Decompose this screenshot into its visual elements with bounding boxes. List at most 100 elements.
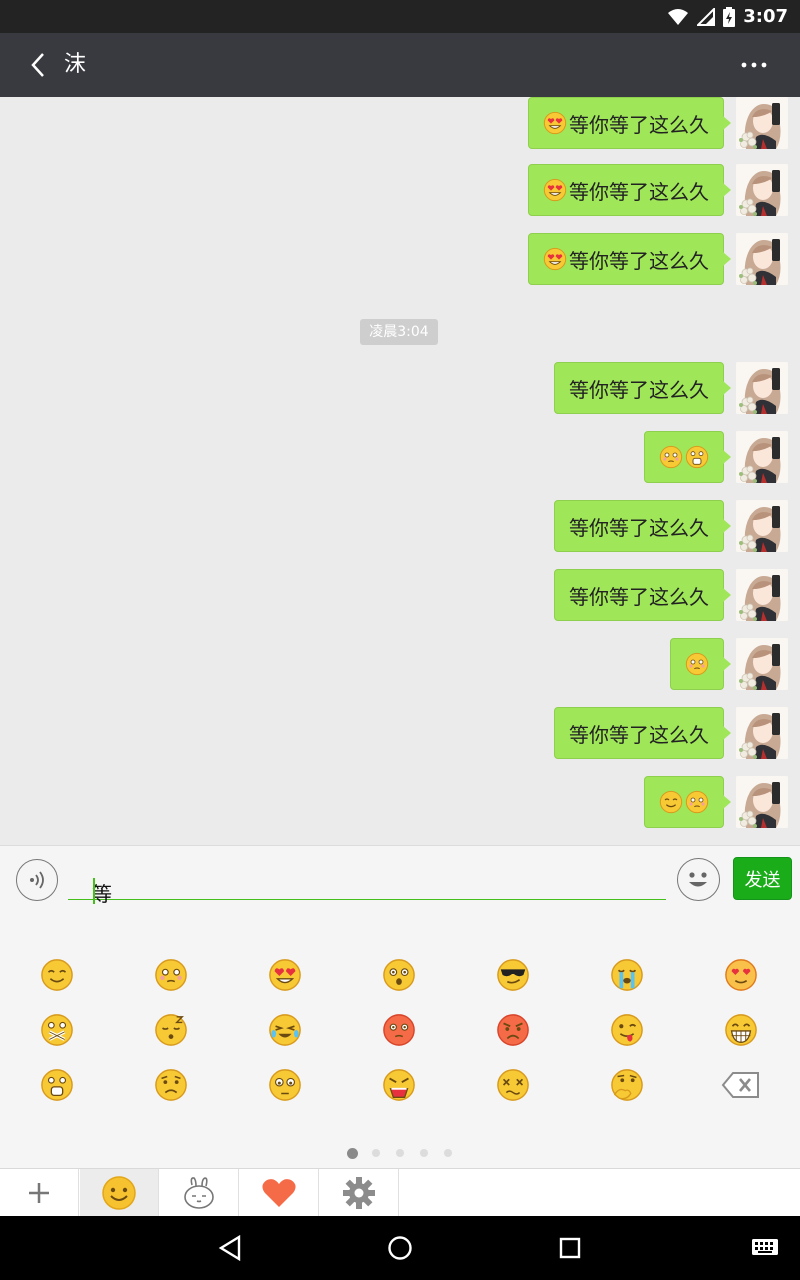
page-dot[interactable] <box>420 1149 428 1157</box>
message-row: 等你等了这么久 <box>554 500 788 552</box>
dizzy-icon <box>496 1068 530 1102</box>
status-icons: 3:07 <box>667 0 788 33</box>
message-bubble[interactable] <box>670 638 731 690</box>
tab-add[interactable] <box>0 1169 79 1217</box>
message-bubble[interactable] <box>644 776 731 828</box>
emoji-smile[interactable] <box>27 950 87 1000</box>
message-row <box>644 776 788 828</box>
message-row: 等你等了这么久 <box>528 164 788 216</box>
emoji-shocked[interactable] <box>369 950 429 1000</box>
smiley-icon <box>689 872 707 887</box>
message-row: 等你等了这么久 <box>528 97 788 149</box>
page-dot[interactable] <box>346 1147 358 1159</box>
title-bar: 沫 <box>0 33 800 97</box>
emoji-bashful[interactable] <box>141 950 201 1000</box>
avatar[interactable] <box>736 97 788 149</box>
angry-icon <box>496 1013 530 1047</box>
backspace-button[interactable] <box>711 1060 771 1110</box>
wifi-icon <box>668 8 689 25</box>
nav-recents-button[interactable] <box>550 1228 590 1268</box>
emoji-sad[interactable] <box>141 1060 201 1110</box>
emoji-sleepy[interactable] <box>141 1005 201 1055</box>
send-button[interactable]: 发送 <box>733 857 792 900</box>
avatar[interactable] <box>736 776 788 828</box>
avatar[interactable] <box>736 233 788 285</box>
keyboard-switch-button[interactable] <box>745 1228 785 1268</box>
avatar[interactable] <box>736 164 788 216</box>
avatar[interactable] <box>736 707 788 759</box>
page-dot[interactable] <box>372 1149 380 1157</box>
emoji-toggle-button[interactable] <box>677 858 720 901</box>
nav-home-icon <box>388 1236 412 1260</box>
page-dot[interactable] <box>444 1149 452 1157</box>
shocked-icon <box>382 958 416 992</box>
text-caret <box>93 878 95 904</box>
avatar[interactable] <box>736 431 788 483</box>
status-time: 3:07 <box>743 6 788 27</box>
input-bar: 等你等了这么久 发送 <box>0 845 800 1080</box>
emoji-tongue[interactable] <box>597 1005 657 1055</box>
emoji-love-eyes[interactable] <box>711 950 771 1000</box>
emoji-surprised[interactable] <box>27 1060 87 1110</box>
message-bubble[interactable]: 等你等了这么久 <box>554 362 731 414</box>
chat-title: 沫 <box>64 52 87 77</box>
emoji-awkward[interactable] <box>255 1060 315 1110</box>
message-bubble[interactable]: 等你等了这么久 <box>528 233 731 285</box>
voice-input-button[interactable] <box>16 859 58 901</box>
avatar[interactable] <box>736 362 788 414</box>
message-row <box>644 431 788 483</box>
message-text: 等你等了这么久 <box>569 584 709 609</box>
nav-back-button[interactable] <box>210 1228 250 1268</box>
emoji-tears-laugh[interactable] <box>255 1005 315 1055</box>
thinking-icon <box>610 1068 644 1102</box>
emoji-furious[interactable] <box>369 1060 429 1110</box>
emoji-cool[interactable] <box>483 950 543 1000</box>
heart-icon <box>262 1179 296 1207</box>
page-dot[interactable] <box>396 1149 404 1157</box>
grin-icon <box>724 1013 758 1047</box>
battery-charging-icon <box>723 6 736 27</box>
nav-recents-icon <box>559 1237 581 1259</box>
message-input[interactable]: 等你等了这么久 <box>68 854 666 1080</box>
message-bubble[interactable]: 等你等了这么久 <box>528 164 731 216</box>
tab-bunny-sticker[interactable] <box>160 1169 239 1217</box>
bashful-icon <box>685 652 709 676</box>
nav-back-icon <box>218 1235 241 1261</box>
bunny-sticker-icon <box>184 1177 214 1209</box>
message-bubble[interactable]: 等你等了这么久 <box>528 97 731 149</box>
message-row: 等你等了这么久 <box>554 707 788 759</box>
heart-eyes-icon <box>543 178 567 202</box>
message-bubble[interactable]: 等你等了这么久 <box>554 707 731 759</box>
avatar[interactable] <box>736 638 788 690</box>
message-row <box>670 638 788 690</box>
emoji-angry[interactable] <box>483 1005 543 1055</box>
emoji-heart-eyes[interactable] <box>255 950 315 1000</box>
tab-favorites[interactable] <box>240 1169 319 1217</box>
emoji-shut-mouth[interactable] <box>27 1005 87 1055</box>
more-options-button[interactable] <box>736 47 772 83</box>
message-text: 等你等了这么久 <box>569 515 709 540</box>
emoji-crying[interactable] <box>597 950 657 1000</box>
tab-emoji[interactable] <box>80 1169 159 1217</box>
love-eyes-icon <box>724 958 758 992</box>
add-icon <box>29 1183 49 1203</box>
avatar[interactable] <box>736 569 788 621</box>
emoji-embarrassed[interactable] <box>369 1005 429 1055</box>
message-row: 等你等了这么久 <box>554 362 788 414</box>
heart-eyes-icon <box>543 111 567 135</box>
avatar[interactable] <box>736 500 788 552</box>
chat-area[interactable]: 凌晨3:04 等你等了这么久 等你等了这么久 等你等了这么久 等你等了这么久 等… <box>0 97 800 845</box>
message-bubble[interactable]: 等你等了这么久 <box>554 569 731 621</box>
message-bubble[interactable]: 等你等了这么久 <box>554 500 731 552</box>
back-button[interactable] <box>20 47 56 83</box>
nav-home-button[interactable] <box>380 1228 420 1268</box>
message-text: 等你等了这么久 <box>569 377 709 402</box>
system-nav-bar <box>0 1216 800 1280</box>
tab-settings[interactable] <box>320 1169 399 1217</box>
tongue-icon <box>610 1013 644 1047</box>
emoji-dizzy[interactable] <box>483 1060 543 1110</box>
emoji-grin[interactable] <box>711 1005 771 1055</box>
message-bubble[interactable] <box>644 431 731 483</box>
embarrassed-icon <box>382 1013 416 1047</box>
emoji-thinking[interactable] <box>597 1060 657 1110</box>
